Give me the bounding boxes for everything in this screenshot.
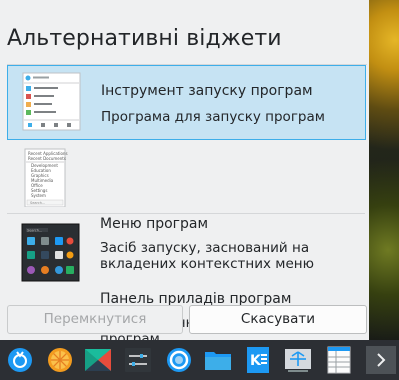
widget-item-application-dashboard[interactable]: Search... Панель приладів програм Повное (7, 217, 365, 347)
dialog-title: Альтернативні віджети (7, 26, 282, 51)
more-arrow-icon[interactable] (366, 346, 396, 374)
cancel-button[interactable]: Скасувати (189, 305, 367, 334)
application-menu-thumbnail: Recent Applications Recent Documents Dev… (21, 148, 80, 207)
spreadsheet-icon[interactable] (325, 346, 353, 374)
dashboard-thumb-search: Search... (27, 229, 42, 233)
widget-item-application-launcher[interactable]: Інструмент запуску програм Програма для … (7, 65, 366, 140)
taskbar: K (0, 340, 399, 380)
alternative-widgets-dialog: Альтернативні віджети Інструмент запуску… (0, 0, 369, 347)
menu-thumb-search: Search... (30, 201, 45, 205)
widget-item-application-menu[interactable]: Recent Applications Recent Documents Dev… (7, 140, 365, 272)
browser-icon[interactable] (165, 346, 193, 374)
switch-button[interactable]: Перемкнутися (7, 305, 183, 334)
application-dashboard-thumbnail: Search... (21, 223, 80, 282)
widget-description: Програма для запуску програм (101, 109, 325, 125)
menu-thumb-item: System (31, 193, 46, 198)
application-launcher-thumbnail (22, 72, 81, 131)
application-launcher-icon[interactable] (6, 346, 34, 374)
kde-store-icon[interactable] (84, 346, 112, 374)
svg-text:K: K (250, 353, 262, 369)
network-icon[interactable] (284, 346, 312, 374)
folder-icon[interactable] (204, 346, 232, 374)
settings-sliders-icon[interactable] (124, 346, 152, 374)
widget-name: Інструмент запуску програм (101, 83, 313, 99)
widget-list: Інструмент запуску програм Програма для … (7, 64, 367, 347)
menu-thumb-item: Recent Documents (28, 156, 66, 161)
orange-app-icon[interactable] (46, 346, 74, 374)
text-editor-icon[interactable]: K (244, 346, 272, 374)
